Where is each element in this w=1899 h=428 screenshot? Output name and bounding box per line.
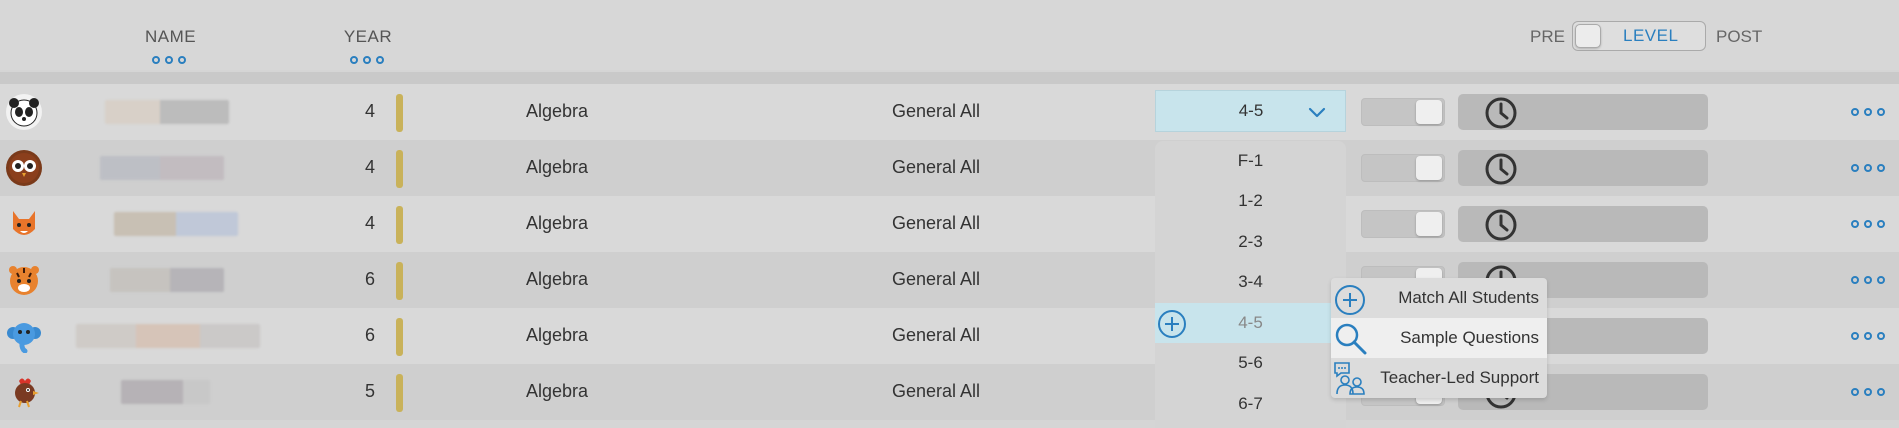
year-indicator-bar <box>396 318 403 356</box>
year-column-options-icon[interactable] <box>350 56 384 66</box>
year-indicator-bar <box>396 262 403 300</box>
level-option[interactable]: 3-4 <box>1155 262 1346 302</box>
year-indicator-bar <box>396 206 403 244</box>
row-options-icon[interactable] <box>1851 388 1885 398</box>
table-row[interactable]: 5 Algebra General All <box>0 364 1899 420</box>
student-name[interactable] <box>114 212 238 236</box>
plus-circle-icon <box>1335 285 1365 315</box>
level-option[interactable]: 6-7 <box>1155 384 1346 424</box>
year-value: 4 <box>364 157 375 177</box>
year-value: 6 <box>364 269 375 289</box>
row-options-icon[interactable] <box>1851 332 1885 342</box>
group-value: General All <box>892 157 981 177</box>
table-row[interactable]: 4 Algebra General All <box>0 84 1899 140</box>
pre-label: PRE <box>1530 27 1565 46</box>
subject-value: Algebra <box>526 381 589 401</box>
student-name[interactable] <box>100 156 224 180</box>
student-name[interactable] <box>121 380 210 404</box>
table-row[interactable]: 4 Algebra General All <box>0 140 1899 196</box>
table-header: NAME YEAR PRE LEVEL POST <box>0 0 1899 70</box>
student-name[interactable] <box>76 324 260 348</box>
group-value: General All <box>892 269 981 289</box>
match-all-students-label: Match All Students <box>1398 288 1539 307</box>
clock-icon[interactable] <box>1484 208 1518 242</box>
level-label: LEVEL <box>1623 26 1679 45</box>
post-label: POST <box>1716 27 1763 46</box>
year-indicator-bar <box>396 94 403 132</box>
level-option[interactable]: 5-6 <box>1155 343 1346 383</box>
group-value: General All <box>892 325 981 345</box>
level-option[interactable]: F-1 <box>1155 141 1346 181</box>
level-select[interactable]: 4-5 <box>1155 90 1346 132</box>
row-toggle[interactable] <box>1361 210 1445 238</box>
elephant-avatar-icon <box>6 318 42 354</box>
subject-value: Algebra <box>526 325 589 345</box>
pre-post-level-toggle[interactable]: LEVEL <box>1572 21 1706 51</box>
match-all-students-item[interactable]: Match All Students <box>1331 278 1547 318</box>
teacher-support-icon <box>1334 362 1365 395</box>
plus-circle-icon[interactable] <box>1157 309 1187 339</box>
group-value: General All <box>892 381 981 401</box>
rooster-avatar-icon <box>6 374 42 410</box>
year-column-header[interactable]: YEAR <box>343 27 393 47</box>
year-value: 4 <box>364 101 375 121</box>
level-option[interactable]: 2-3 <box>1155 222 1346 262</box>
subject-value: Algebra <box>526 101 589 121</box>
teacher-led-support-item[interactable]: Teacher-Led Support <box>1331 358 1547 398</box>
toggle-knob[interactable] <box>1575 24 1601 48</box>
row-options-icon[interactable] <box>1851 108 1885 118</box>
year-indicator-bar <box>396 374 403 412</box>
subject-value: Algebra <box>526 269 589 289</box>
row-options-icon[interactable] <box>1851 276 1885 286</box>
sample-questions-label: Sample Questions <box>1400 328 1539 347</box>
student-name[interactable] <box>110 268 224 292</box>
table-row[interactable]: 6 Algebra General All <box>0 308 1899 364</box>
table-row[interactable]: 6 Algebra General All <box>0 252 1899 308</box>
subject-value: Algebra <box>526 213 589 233</box>
teacher-led-support-label: Teacher-Led Support <box>1380 368 1539 387</box>
clock-icon[interactable] <box>1484 152 1518 186</box>
row-options-icon[interactable] <box>1851 164 1885 174</box>
table-row[interactable]: 4 Algebra General All <box>0 196 1899 252</box>
owl-avatar-icon <box>6 150 42 186</box>
subject-value: Algebra <box>526 157 589 177</box>
level-option[interactable]: 1-2 <box>1155 181 1346 221</box>
search-icon <box>1335 323 1367 355</box>
row-toggle[interactable] <box>1361 154 1445 182</box>
row-toggle[interactable] <box>1361 98 1445 126</box>
year-value: 5 <box>364 381 375 401</box>
year-value: 4 <box>364 213 375 233</box>
level-select-value: 4-5 <box>1238 101 1264 120</box>
row-options-icon[interactable] <box>1851 220 1885 230</box>
group-value: General All <box>892 101 981 121</box>
year-value: 6 <box>364 325 375 345</box>
header-divider <box>0 72 1899 84</box>
group-value: General All <box>892 213 981 233</box>
level-dropdown: F-1 1-2 2-3 3-4 4-5 5-6 6-7 <box>1155 141 1346 428</box>
name-column-header[interactable]: NAME <box>145 27 196 47</box>
context-menu: Match All Students Sample Questions Teac… <box>1331 278 1547 398</box>
level-option-selected[interactable]: 4-5 <box>1155 303 1346 343</box>
name-column-options-icon[interactable] <box>152 56 186 66</box>
panda-avatar-icon <box>6 94 42 130</box>
year-indicator-bar <box>396 150 403 188</box>
sample-questions-item[interactable]: Sample Questions <box>1331 318 1547 358</box>
fox-avatar-icon <box>6 206 42 242</box>
student-name[interactable] <box>105 100 229 124</box>
chevron-down-icon[interactable] <box>1308 103 1326 121</box>
level-option-label: 4-5 <box>1238 313 1263 332</box>
tiger-avatar-icon <box>6 262 42 298</box>
clock-icon[interactable] <box>1484 96 1518 130</box>
